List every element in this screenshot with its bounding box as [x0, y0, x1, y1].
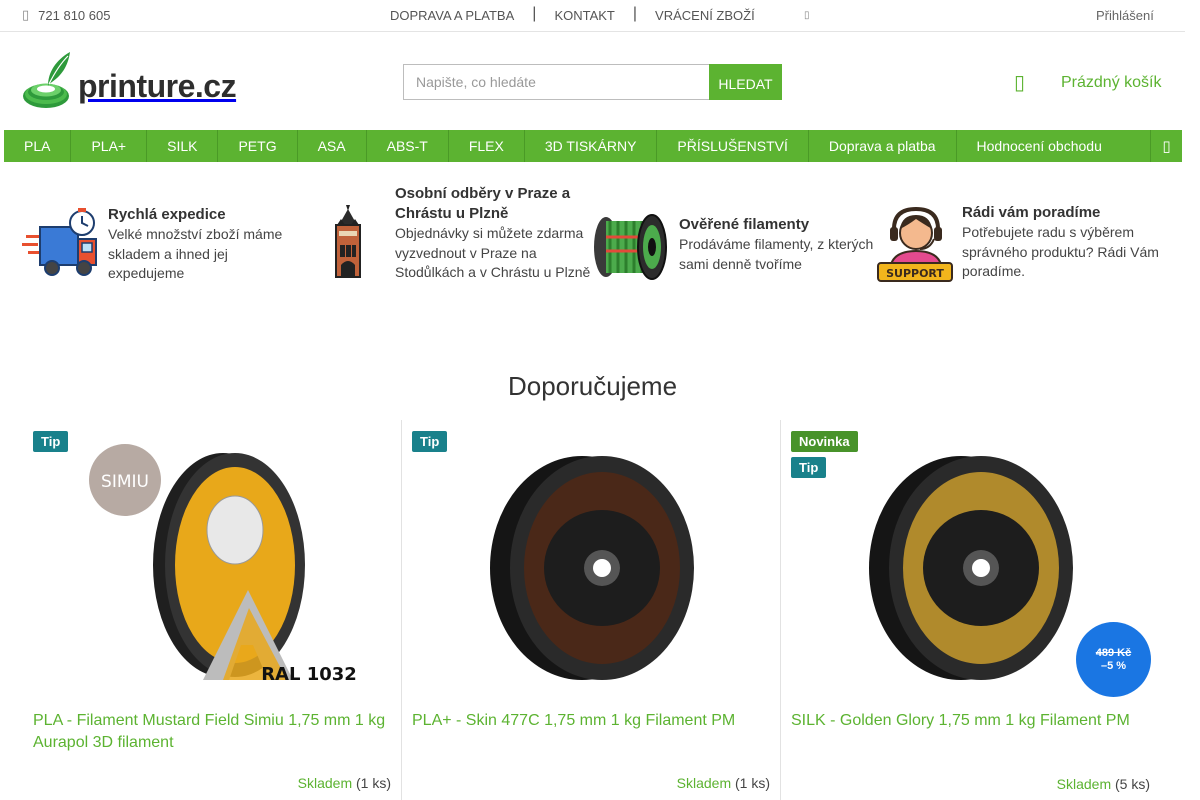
stock-status: Skladem [297, 775, 353, 791]
nav-item-shipping[interactable]: Doprava a platba [809, 130, 957, 162]
nav-item-pla-plus[interactable]: PLA+ [71, 130, 148, 162]
spool-icon [594, 214, 667, 280]
support-badge-text: SUPPORT [886, 267, 944, 280]
cart-icon: ▯ [1014, 72, 1026, 94]
benefit-description: Potřebujete radu s výběrem správného pro… [962, 224, 1159, 279]
product-card[interactable]: Tip PLA+ - Skin 477C 1,75 mm 1 kg Filame… [402, 420, 781, 800]
stock-quantity: (1 ks) [735, 775, 770, 791]
cart-label: Prázdný košík [1061, 74, 1162, 91]
product-name[interactable]: SILK - Golden Glory 1,75 mm 1 kg Filamen… [791, 710, 1151, 732]
product-name[interactable]: PLA+ - Skin 477C 1,75 mm 1 kg Filament P… [412, 710, 772, 732]
benefit-support: SUPPORT Rádi vám poradíme Potřebujete ra… [876, 204, 1166, 285]
stock-status: Skladem [676, 775, 732, 791]
top-link-shipping[interactable]: DOPRAVA A PLATBA [390, 8, 514, 23]
benefit-title: Osobní odběry v Praze a Chrástu u Plzně [395, 185, 571, 222]
product-stock: Skladem (1 ks) [298, 775, 391, 791]
search-button[interactable]: HLEDAT [709, 64, 782, 100]
benefits-strip: Rychlá expedice Velké množství zboží mám… [22, 180, 1182, 310]
benefit-fast-shipping: Rychlá expedice Velké množství zboží mám… [22, 205, 302, 285]
product-image[interactable]: SIMIU RAL 1032 [63, 440, 363, 690]
more-links-icon[interactable]: ▯ [804, 10, 810, 21]
stock-quantity: (5 ks) [1115, 776, 1150, 792]
top-bar: ▯ 721 810 605 DOPRAVA A PLATBA | KONTAKT… [0, 0, 1185, 32]
tower-icon [335, 205, 361, 278]
cart-link[interactable]: ▯ Prázdný košík [1014, 72, 1161, 94]
product-card[interactable]: Novinka Tip SILK - Golden Glory 1,75 mm … [781, 420, 1160, 800]
main-navigation: PLA PLA+ SILK PETG ASA ABS-T FLEX 3D TIS… [4, 130, 1182, 162]
top-link-separator: | [532, 4, 537, 22]
top-link-separator: | [632, 4, 638, 22]
product-stock: Skladem (5 ks) [1057, 776, 1150, 792]
support-icon: SUPPORT [877, 206, 953, 282]
phone-contact[interactable]: ▯ 721 810 605 [22, 7, 110, 23]
nav-item-3d-printers[interactable]: 3D TISKÁRNY [525, 130, 658, 162]
nav-item-flex[interactable]: FLEX [449, 130, 525, 162]
benefit-personal-pickup: Osobní odběry v Praze a Chrástu u Plzně … [317, 184, 592, 285]
truck-icon [22, 208, 97, 276]
login-link[interactable]: Přihlášení [1096, 8, 1154, 23]
benefit-title: Rádi vám poradíme [962, 204, 1101, 221]
top-links: DOPRAVA A PLATBA | KONTAKT | VRÁCENÍ ZBO… [390, 0, 755, 31]
product-stock: Skladem (1 ks) [677, 775, 770, 791]
discount-percent: –5 % [1100, 659, 1127, 672]
product-image[interactable] [442, 440, 742, 690]
product-grid: Tip SIMIU RAL 1032 PLA - Filament Mustar… [23, 420, 1162, 800]
nav-item-silk[interactable]: SILK [147, 130, 219, 162]
benefit-description: Prodáváme filamenty, z kterých sami denn… [679, 236, 874, 272]
search-form: HLEDAT [403, 64, 782, 100]
benefit-title: Rychlá expedice [108, 206, 226, 223]
benefit-description: Velké množství zboží máme skladem a ihne… [108, 226, 283, 281]
site-logo[interactable]: printure.cz [22, 50, 237, 110]
product-image-brand: SIMIU [101, 472, 149, 492]
nav-item-reviews[interactable]: Hodnocení obchodu [957, 130, 1122, 162]
product-name[interactable]: PLA - Filament Mustard Field Simiu 1,75 … [33, 710, 393, 754]
nav-more-icon[interactable]: ▯ [1150, 130, 1182, 162]
nav-item-petg[interactable]: PETG [218, 130, 298, 162]
phone-icon: ▯ [22, 7, 30, 22]
nav-item-accessories[interactable]: PŘÍSLUŠENSTVÍ [657, 130, 809, 162]
nav-item-asa[interactable]: ASA [298, 130, 367, 162]
benefit-verified-filaments: Ověřené filamenty Prodáváme filamenty, z… [592, 214, 877, 287]
nav-item-abs-t[interactable]: ABS-T [367, 130, 449, 162]
discount-badge: 489 Kč –5 % [1076, 622, 1151, 697]
section-title: Doporučujeme [507, 371, 678, 401]
product-image-code: RAL 1032 [261, 664, 357, 685]
logo-spool-icon [23, 52, 70, 108]
stock-status: Skladem [1056, 776, 1112, 792]
product-card[interactable]: Tip SIMIU RAL 1032 PLA - Filament Mustar… [23, 420, 402, 800]
old-price: 489 Kč [1095, 646, 1132, 659]
top-link-returns[interactable]: VRÁCENÍ ZBOŽÍ [655, 8, 755, 23]
stock-quantity: (1 ks) [356, 775, 391, 791]
phone-number: 721 810 605 [38, 7, 111, 23]
top-link-contact[interactable]: KONTAKT [554, 8, 614, 23]
nav-item-pla[interactable]: PLA [4, 130, 72, 162]
logo-text: printure.cz [78, 68, 237, 104]
search-input[interactable] [403, 64, 709, 100]
benefit-title: Ověřené filamenty [679, 216, 810, 233]
benefit-description: Objednávky si můžete zdarma vyzvednout v… [395, 225, 591, 280]
